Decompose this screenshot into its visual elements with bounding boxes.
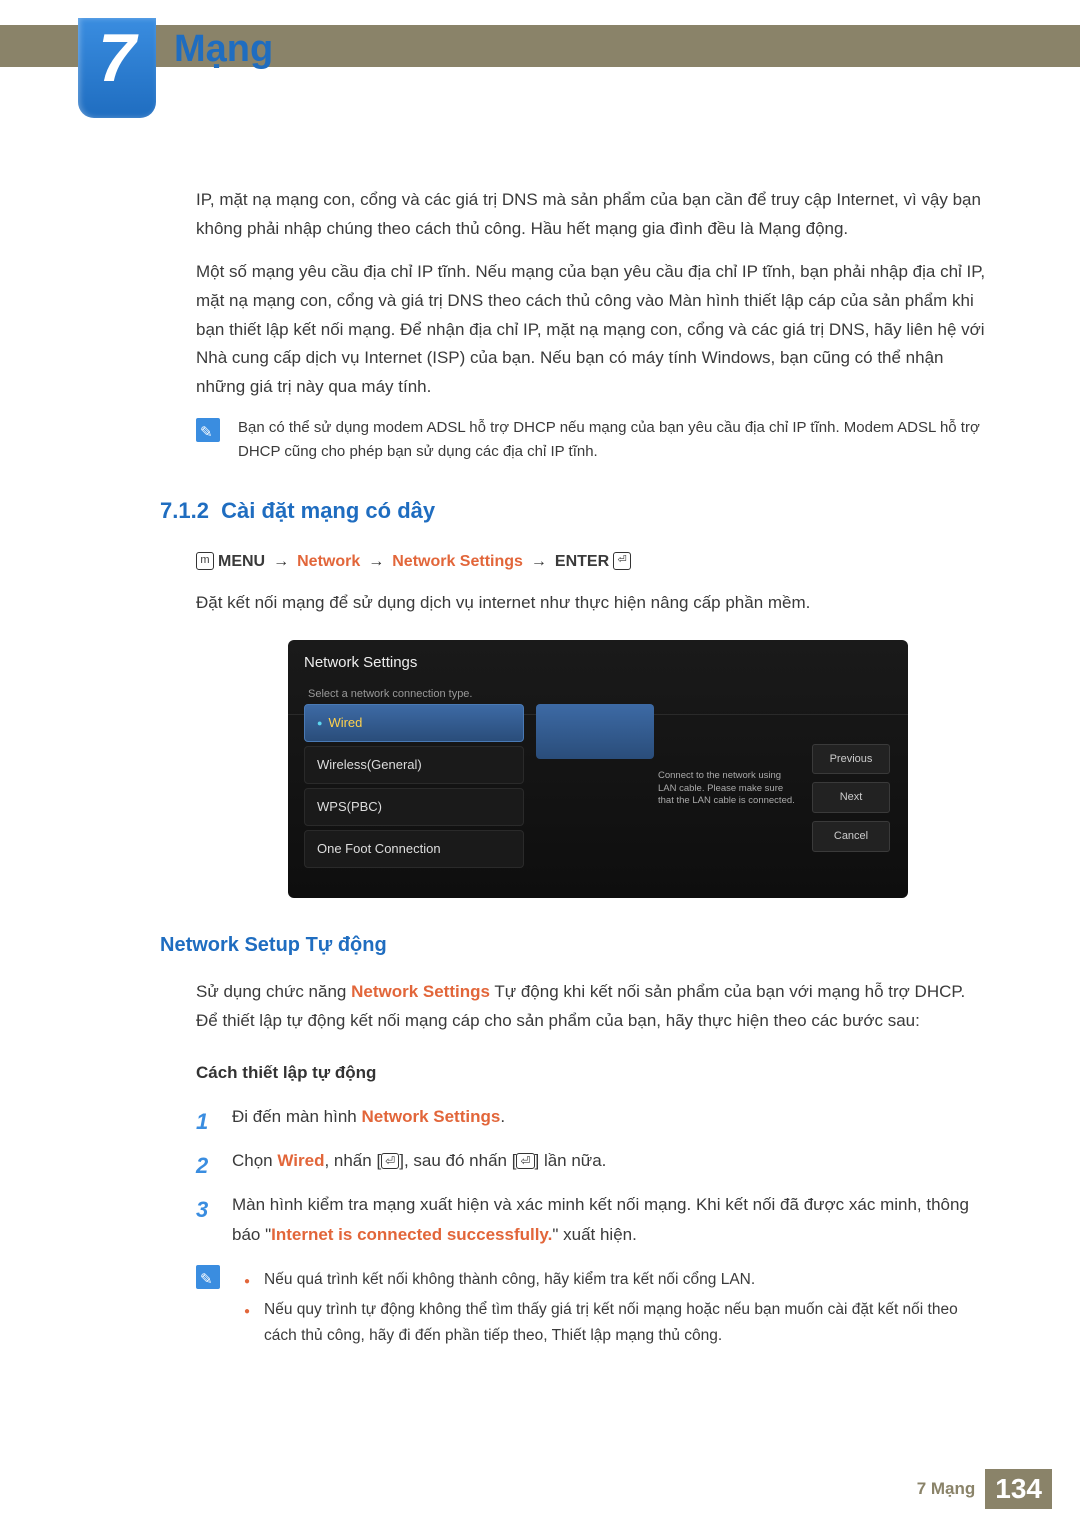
page-footer: 7 Mạng 134 [917,1469,1052,1509]
bullet-icon: ● [244,1267,264,1293]
connection-options-list: Wired Wireless(General) WPS(PBC) One Foo… [304,704,524,872]
header-bar [0,25,1080,67]
note-bullet-list: ● Nếu quá trình kết nối không thành công… [244,1263,986,1354]
step-2: 2 Chọn Wired, nhấn [⏎], sau đó nhấn [⏎] … [196,1146,986,1186]
note-text: Bạn có thể sử dụng modem ADSL hỗ trợ DHC… [238,416,986,464]
enter-label: ENTER [555,548,609,575]
auto-setup-heading: Network Setup Tự động [160,928,986,962]
arrow-icon: → [527,548,551,575]
enter-icon: ⏎ [381,1153,399,1169]
page-content: IP, mặt nạ mạng con, cổng và các giá trị… [196,186,986,1354]
bullet-item: ● Nếu quá trình kết nối không thành công… [244,1267,986,1293]
menu-path: m MENU → Network → Network Settings → EN… [196,548,986,575]
bullet-item: ● Nếu quy trình tự động không thể tìm th… [244,1297,986,1350]
note-block: Bạn có thể sử dụng modem ADSL hỗ trợ DHC… [196,416,986,464]
option-wired: Wired [304,704,524,742]
note-block-2: ● Nếu quá trình kết nối không thành công… [196,1263,986,1354]
scr-title: Network Settings [288,640,908,682]
note-icon [196,1265,220,1289]
screenshot-buttons: Previous Next Cancel [812,744,890,860]
btn-previous: Previous [812,744,890,775]
arrow-icon: → [364,548,388,575]
menu-label: MENU [218,548,265,575]
option-wps: WPS(PBC) [304,788,524,826]
hl-network-settings: Network Settings [351,982,490,1001]
path-network: Network [297,548,360,575]
intro-paragraph-1: IP, mặt nạ mạng con, cổng và các giá trị… [196,186,986,244]
chapter-tab: 7 [78,18,156,118]
path-network-settings: Network Settings [392,548,523,575]
footer-label: 7 Mạng [917,1479,976,1499]
step-text: Đi đến màn hình Network Settings. [232,1102,986,1133]
step-text: Chọn Wired, nhấn [⏎], sau đó nhấn [⏎] lầ… [232,1146,986,1177]
step-number: 2 [196,1146,232,1186]
option-wireless: Wireless(General) [304,746,524,784]
btn-cancel: Cancel [812,821,890,852]
step-number: 3 [196,1190,232,1230]
btn-next: Next [812,782,890,813]
note-icon [196,418,220,442]
how-to-heading: Cách thiết lập tự động [196,1059,986,1088]
step-number: 1 [196,1102,232,1142]
menu-icon: m [196,552,214,570]
option-onefoot: One Foot Connection [304,830,524,868]
network-settings-screenshot: Network Settings Select a network connec… [288,640,908,898]
arrow-icon: → [269,548,293,575]
auto-para: Sử dụng chức năng Network Settings Tự độ… [196,978,986,1036]
step-1: 1 Đi đến màn hình Network Settings. [196,1102,986,1142]
enter-icon: ⏎ [516,1153,534,1169]
connection-info-text: Connect to the network using LAN cable. … [658,770,798,808]
selection-graphic [536,704,654,759]
enter-icon: ⏎ [613,552,631,570]
section-heading: 7.1.2 Cài đặt mạng có dây [160,492,986,529]
section-desc: Đặt kết nối mạng để sử dụng dịch vụ inte… [196,589,986,618]
chapter-title: Mạng [174,28,273,71]
step-text: Màn hình kiểm tra mạng xuất hiện và xác … [232,1190,986,1251]
page-number: 134 [985,1469,1052,1509]
section-title: Cài đặt mạng có dây [221,498,435,523]
chapter-number: 7 [98,24,136,92]
intro-paragraph-2: Một số mạng yêu cầu địa chỉ IP tĩnh. Nếu… [196,258,986,402]
bullet-icon: ● [244,1297,264,1350]
step-3: 3 Màn hình kiểm tra mạng xuất hiện và xá… [196,1190,986,1251]
section-number: 7.1.2 [160,498,209,523]
